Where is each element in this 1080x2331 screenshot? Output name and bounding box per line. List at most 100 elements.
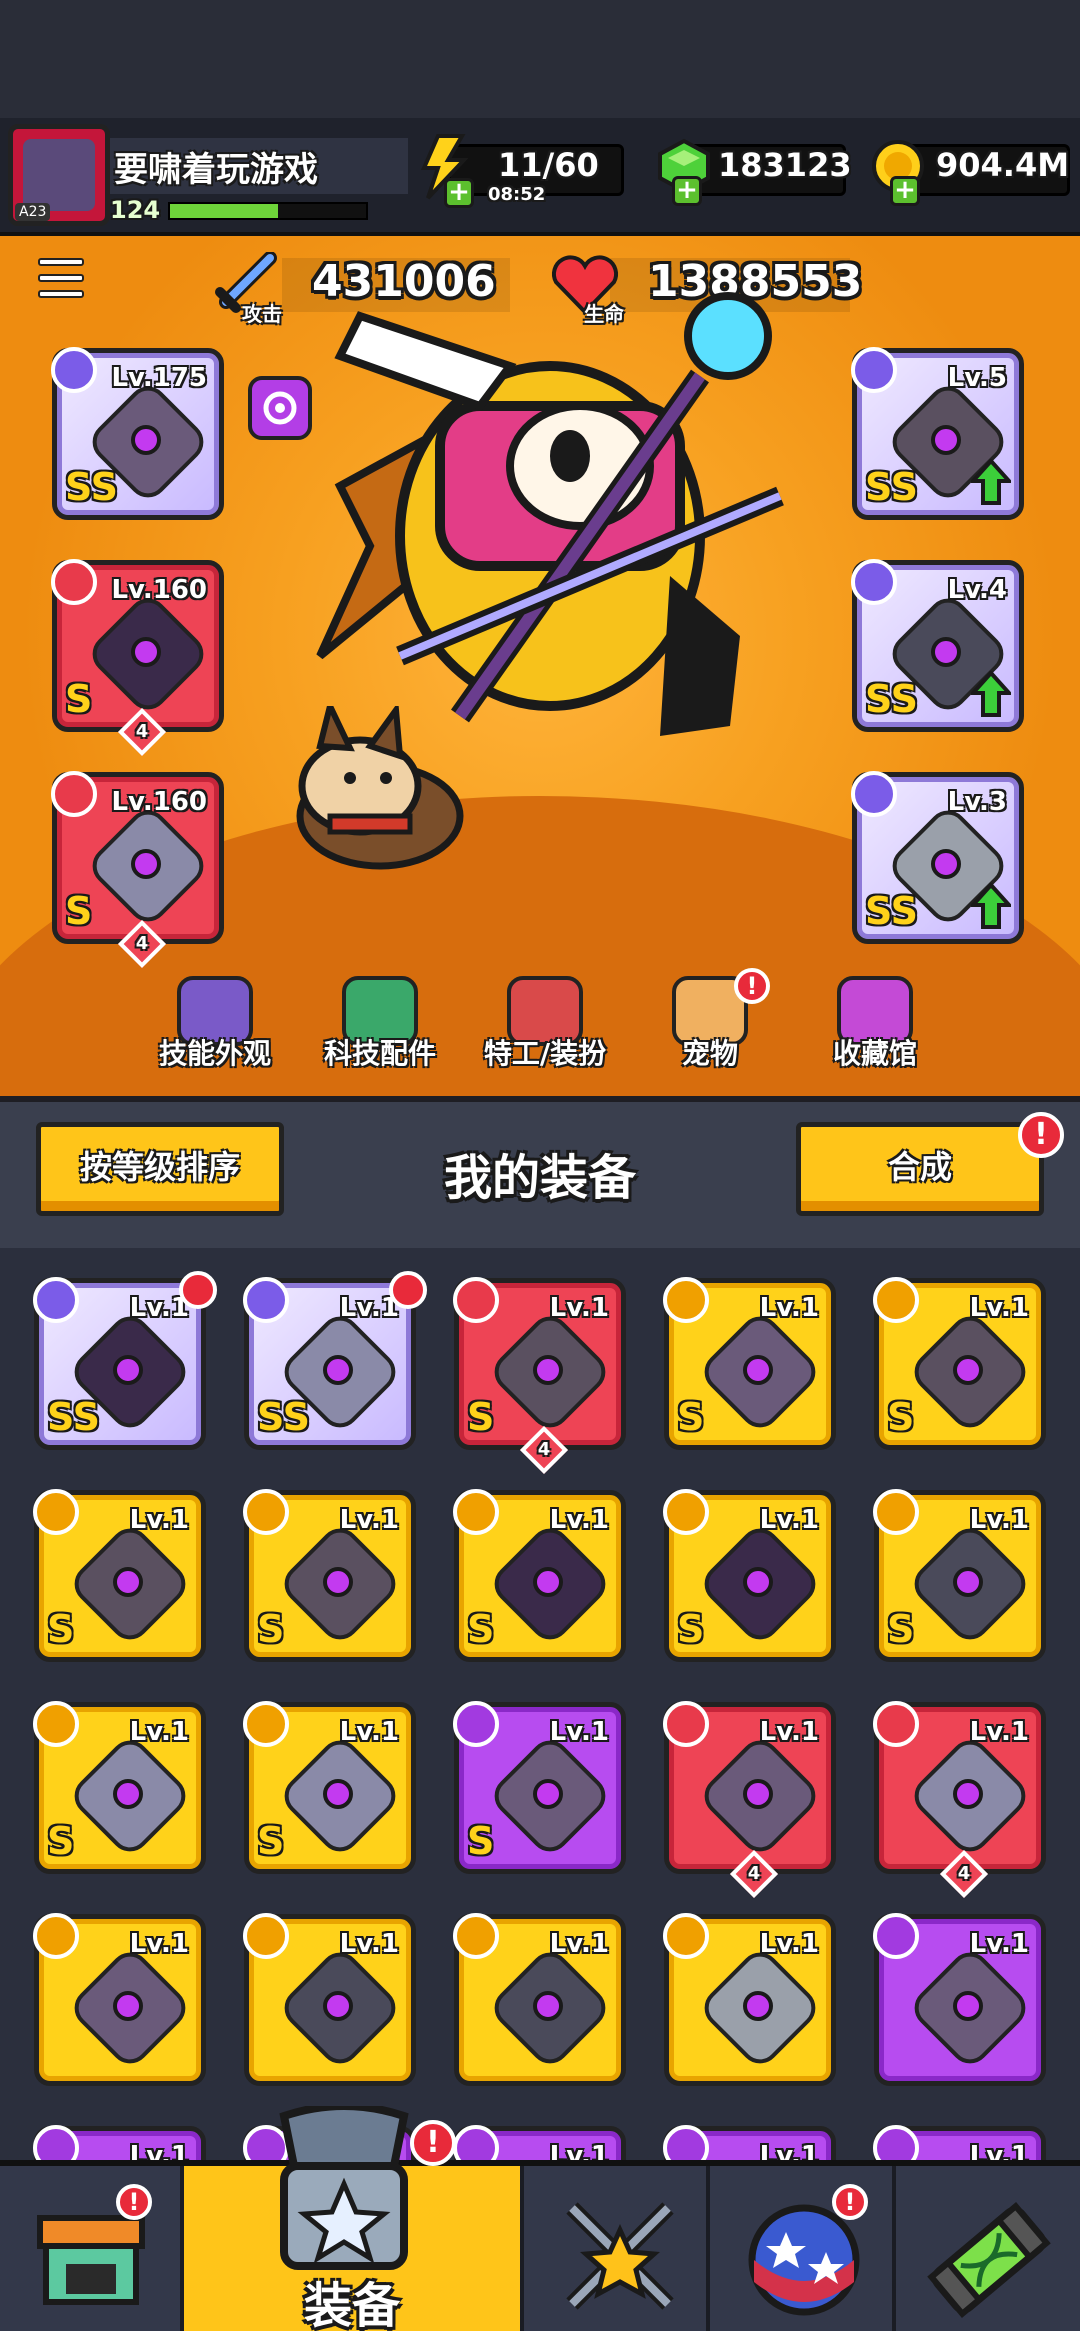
weapon-type-icon [453, 1701, 499, 1747]
inventory-item[interactable]: Lv.1 S [243, 1489, 416, 1662]
item-gem [953, 1567, 983, 1597]
menu-button-1[interactable]: 科技配件 [300, 976, 460, 1072]
inventory-item[interactable]: Lv.1 S [663, 1489, 836, 1662]
star-count: 4 [135, 721, 149, 742]
equipped-slot-left-0[interactable]: Lv.175 SS [51, 347, 224, 520]
nav-tab-evolution[interactable] [896, 2166, 1080, 2331]
inventory-item[interactable]: Lv.1 [453, 2125, 626, 2160]
weapon-type-icon [453, 2125, 499, 2160]
merge-button[interactable]: 合成 [796, 1122, 1044, 1216]
coins-plus-button[interactable]: + [890, 176, 920, 206]
item-rank: S [47, 1819, 75, 1863]
menu-label: 科技配件 [323, 1037, 436, 1070]
item-level: Lv.160 [111, 575, 207, 605]
necklace-type-icon [453, 1489, 499, 1535]
new-item-badge [179, 1271, 217, 1309]
equipped-slot-right-1[interactable]: Lv.4 SS [851, 559, 1024, 732]
menu-button-2[interactable]: 特工/装扮 [465, 976, 625, 1072]
glove-type-icon [873, 1701, 919, 1747]
menu-button-3[interactable]: 宠物! [630, 968, 790, 1072]
nav-tab-talent[interactable]: ! [710, 2166, 896, 2331]
inventory-item[interactable]: Lv.1 SS [33, 1271, 217, 1450]
glove-type-icon [33, 1701, 79, 1747]
belt-type-icon [243, 1913, 289, 1959]
item-level: Lv.1 [759, 2141, 819, 2160]
item-level: Lv.175 [111, 363, 207, 393]
inventory-item[interactable]: Lv.1 S [243, 1701, 416, 1874]
item-level: Lv.1 [759, 1929, 819, 1959]
inventory-item[interactable]: Lv.1 S [453, 1489, 626, 1662]
item-gem [113, 1991, 143, 2021]
inventory-item[interactable]: Lv.1 4 [663, 1701, 836, 1899]
equipped-slot-right-2[interactable]: Lv.3 SS [851, 771, 1024, 944]
avatar[interactable]: A23 [8, 124, 110, 226]
inventory-item[interactable]: Lv.1 [243, 1913, 416, 2086]
inventory-item[interactable]: Lv.1 S [33, 1489, 206, 1662]
target-icon[interactable] [248, 376, 312, 440]
armor-type-icon [851, 347, 897, 393]
list-menu-icon[interactable] [38, 258, 84, 300]
xp-bar [168, 202, 368, 220]
belt-type-icon [851, 559, 897, 605]
inventory-item[interactable]: Lv.1 S [33, 1701, 206, 1874]
shop-icon [37, 2215, 145, 2305]
item-gem [743, 1355, 773, 1385]
weapon-type-icon [873, 2125, 919, 2160]
inventory-item[interactable]: Lv.1 [33, 2125, 206, 2160]
inventory-item[interactable]: Lv.1 [663, 2125, 836, 2160]
inventory-item[interactable]: Lv.1 S [873, 1277, 1046, 1450]
item-rank: S [887, 1395, 915, 1439]
inventory-item[interactable]: Lv.1 [873, 2125, 1046, 2160]
menu-label: 宠物 [681, 1037, 738, 1070]
inventory-item[interactable]: Lv.1 S [873, 1489, 1046, 1662]
star-count-badge: 4 [729, 1849, 779, 1899]
item-level: Lv.1 [969, 2141, 1029, 2160]
player-name: 要啸着玩游戏 [114, 150, 318, 190]
nav-tab-equipment[interactable]: ! 装备 [184, 2106, 524, 2331]
gems-plus-button[interactable]: + [672, 176, 702, 206]
item-level: Lv.1 [339, 1929, 399, 1959]
inventory-item[interactable]: Lv.1 S [453, 1701, 626, 1874]
nav-tab-weapons[interactable] [524, 2166, 710, 2331]
menu-button-0[interactable]: 技能外观 [135, 976, 295, 1072]
nav-tab-shop[interactable]: ! [0, 2166, 184, 2331]
item-gem [131, 849, 161, 879]
item-level: Lv.3 [947, 787, 1007, 817]
star-count-badge: 4 [939, 1849, 989, 1899]
inventory-item[interactable]: Lv.1 [663, 1913, 836, 2086]
item-gem [533, 1991, 563, 2021]
item-gem [931, 849, 961, 879]
item-gem [743, 1567, 773, 1597]
inventory-item[interactable]: Lv.1 SS [243, 1271, 427, 1450]
item-rank: S [257, 1819, 285, 1863]
item-level: Lv.1 [129, 1505, 189, 1535]
pet-dog [296, 706, 464, 870]
upgrade-arrow-icon [971, 459, 1011, 505]
item-rank: S [887, 1607, 915, 1651]
item-level: Lv.1 [759, 1505, 819, 1535]
inventory-item[interactable]: Lv.1 4 [873, 1701, 1046, 1899]
menu-button-4[interactable]: 收藏馆 [795, 976, 955, 1072]
item-level: Lv.4 [947, 575, 1007, 605]
equipped-slot-right-0[interactable]: Lv.5 SS [851, 347, 1024, 520]
item-gem [533, 1779, 563, 1809]
inventory-item[interactable]: Lv.1 [453, 1913, 626, 2086]
item-rank: S [65, 677, 93, 721]
inventory-item[interactable]: Lv.1 S 4 [453, 1277, 626, 1475]
inventory-item[interactable]: Lv.1 [33, 1913, 206, 2086]
item-gem [743, 1779, 773, 1809]
star-count: 4 [747, 1863, 761, 1884]
equipped-slot-left-1[interactable]: Lv.160 S 4 [51, 559, 224, 757]
inventory-item[interactable]: Lv.1 S [663, 1277, 836, 1450]
energy-plus-button[interactable]: + [444, 178, 474, 208]
inventory-item[interactable]: Lv.1 [873, 1913, 1046, 2086]
status-bar [0, 0, 1080, 118]
menu-label: 特工/装扮 [483, 1037, 607, 1070]
player-level: 124 [110, 196, 161, 224]
item-level: Lv.1 [339, 1505, 399, 1535]
equipped-slot-left-2[interactable]: Lv.160 S 4 [51, 771, 224, 969]
item-level: Lv.1 [969, 1505, 1029, 1535]
star-count: 4 [135, 933, 149, 954]
glove-type-icon [51, 771, 97, 817]
merge-alert-badge: ! [1018, 1112, 1064, 1158]
